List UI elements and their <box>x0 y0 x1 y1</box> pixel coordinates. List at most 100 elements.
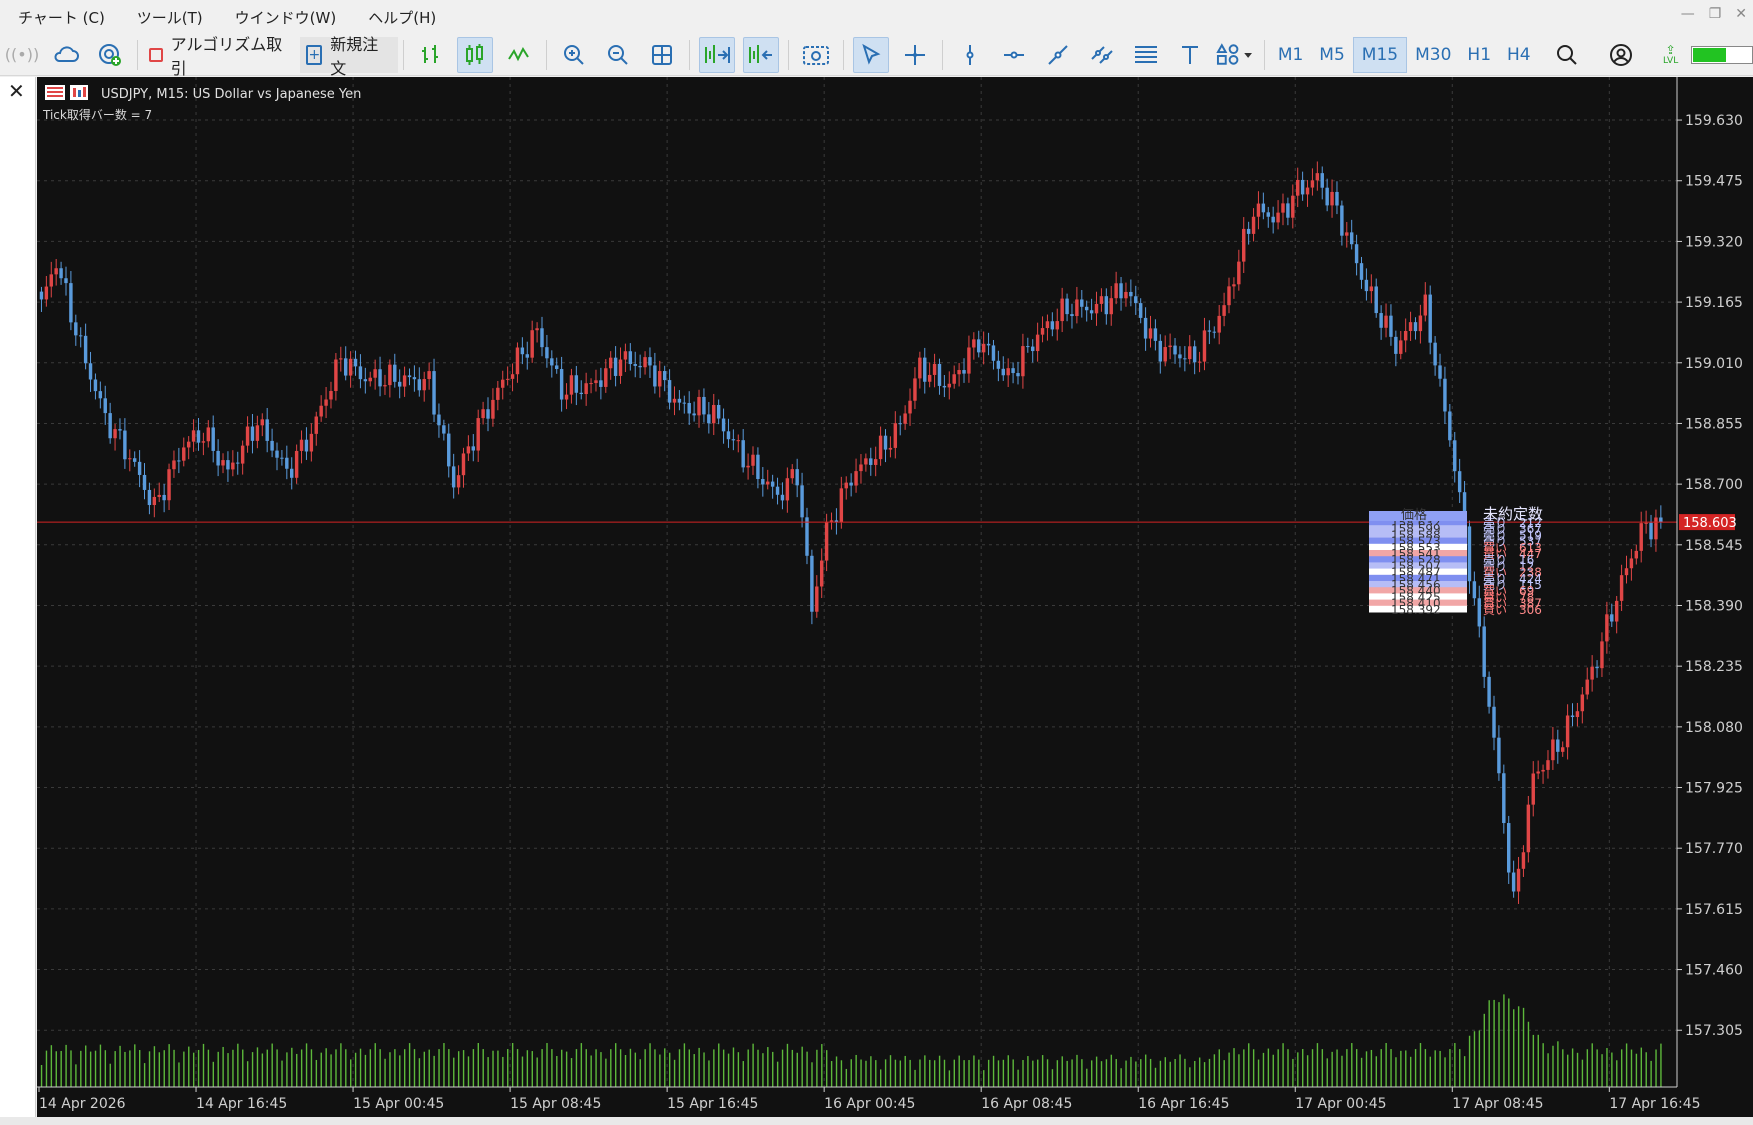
volume-bar <box>958 1055 960 1087</box>
fibonacci-icon[interactable] <box>1128 37 1164 73</box>
candle-body <box>78 335 83 337</box>
candle-body <box>54 268 58 275</box>
volume-bar <box>65 1044 67 1087</box>
volume-bar <box>1601 1054 1603 1087</box>
volume-bar <box>472 1049 475 1087</box>
volume-bar <box>340 1043 342 1087</box>
restore-button[interactable]: ❐ <box>1709 6 1722 22</box>
tile-windows-icon[interactable] <box>644 37 680 73</box>
close-icon[interactable]: ✕ <box>8 79 25 103</box>
price-tick-label: 159.320 <box>1685 234 1743 250</box>
volume-bar <box>197 1049 200 1087</box>
candlestick-icon[interactable] <box>457 36 494 73</box>
line-chart-icon[interactable] <box>501 37 537 73</box>
cloud-icon[interactable] <box>48 37 84 73</box>
vertical-line-icon[interactable] <box>952 37 988 73</box>
horizontal-line-icon[interactable] <box>996 37 1032 73</box>
chart-shift-icon[interactable] <box>743 36 780 73</box>
volume-bar <box>1537 1034 1539 1087</box>
candle-body <box>1526 804 1531 853</box>
search-icon[interactable] <box>1549 37 1585 73</box>
zoom-out-icon[interactable] <box>600 37 636 73</box>
chart-list-icon[interactable] <box>45 85 65 100</box>
price-chart[interactable]: 158.632 売り 212158.599 売り 367158.588 売り 519158.… <box>37 77 1753 1125</box>
zoom-in-icon[interactable] <box>556 37 592 73</box>
price-tick-label: 159.165 <box>1685 295 1743 311</box>
trendline-icon[interactable] <box>1040 37 1076 73</box>
candle-body <box>427 371 431 380</box>
chart-window[interactable]: 158.632 売り 212 158.599 売り 367 158.588 売り 519 158.… <box>37 77 1753 1125</box>
candle-body <box>1227 286 1231 306</box>
volume-bar <box>830 1061 833 1087</box>
minimize-button[interactable]: — <box>1681 6 1695 22</box>
volume-bar <box>570 1058 573 1087</box>
candle-body <box>353 358 358 367</box>
volume-bar <box>153 1046 156 1087</box>
volume-bar <box>619 1049 622 1087</box>
volume-bar <box>791 1049 794 1087</box>
menu-window[interactable]: ウインドウ(W) <box>235 7 337 28</box>
timeframe-m1[interactable]: M1 <box>1270 37 1311 73</box>
screenshot-icon[interactable] <box>798 37 834 73</box>
candle-body <box>613 357 618 376</box>
cursor-icon[interactable] <box>852 36 889 73</box>
volume-bar <box>683 1043 686 1087</box>
volume-bar <box>1547 1053 1549 1087</box>
menu-chart[interactable]: チャート (C) <box>18 7 105 28</box>
volume-bar <box>1012 1059 1014 1087</box>
volume-bar <box>369 1049 372 1087</box>
volume-bar <box>1164 1057 1167 1087</box>
new-order-button[interactable]: + 新規注文 <box>300 35 399 78</box>
volume-bar <box>1061 1056 1063 1087</box>
volume-bar <box>929 1059 931 1087</box>
volume-bar <box>1208 1058 1211 1087</box>
candle-body <box>849 482 853 486</box>
candle-body <box>790 469 794 479</box>
candle-body <box>751 454 755 466</box>
volume-bar <box>1513 1009 1515 1087</box>
timeframe-h1[interactable]: H1 <box>1459 37 1499 73</box>
candle-body <box>775 486 780 495</box>
candle-body <box>1104 296 1109 315</box>
candle-body <box>1453 440 1457 472</box>
timeframe-h4[interactable]: H4 <box>1499 37 1539 73</box>
candle-body <box>1148 328 1153 339</box>
market-add-icon[interactable] <box>92 37 128 73</box>
channel-icon[interactable] <box>1084 37 1120 73</box>
bar-chart-icon[interactable] <box>413 37 449 73</box>
volume-bar <box>291 1047 293 1087</box>
volume-bar <box>1522 1007 1525 1087</box>
connection-level-bar <box>1690 45 1753 64</box>
account-icon[interactable] <box>1603 37 1639 73</box>
volume-bar <box>1400 1050 1402 1087</box>
algo-trading-button[interactable]: アルゴリズム取引 <box>143 31 301 79</box>
menu-tools[interactable]: ツール(T) <box>137 7 203 28</box>
candle-body <box>1570 715 1575 718</box>
candle-body <box>515 347 520 375</box>
volume-bar <box>222 1046 224 1087</box>
volume-bar <box>875 1060 877 1087</box>
volume-bar <box>1655 1049 1657 1087</box>
timeframe-m5[interactable]: M5 <box>1311 37 1352 73</box>
shapes-icon[interactable] <box>1216 37 1255 73</box>
crosshair-icon[interactable] <box>897 37 933 73</box>
volume-bar <box>251 1052 254 1087</box>
autoscroll-icon[interactable] <box>699 36 736 73</box>
signal-icon[interactable]: ((•)) <box>4 37 40 73</box>
volume-bar <box>1429 1056 1432 1087</box>
chart-type-icon[interactable] <box>70 85 88 100</box>
close-window-button[interactable]: ✕ <box>1735 6 1747 22</box>
volume-bar <box>1041 1055 1044 1087</box>
volume-bar <box>281 1060 283 1087</box>
timeframe-m15[interactable]: M15 <box>1352 36 1408 73</box>
volume-bar <box>384 1058 386 1087</box>
volume-bar <box>1223 1060 1225 1087</box>
order-book-header-qty: 未約定数 <box>1483 505 1543 523</box>
timeframe-m30[interactable]: M30 <box>1407 37 1459 73</box>
menu-help[interactable]: ヘルプ(H) <box>368 7 436 28</box>
candle-body <box>407 375 412 378</box>
candle-body <box>1384 315 1388 328</box>
text-tool-icon[interactable] <box>1172 37 1208 73</box>
volume-bar <box>1321 1049 1324 1087</box>
candle-body <box>1551 739 1555 761</box>
